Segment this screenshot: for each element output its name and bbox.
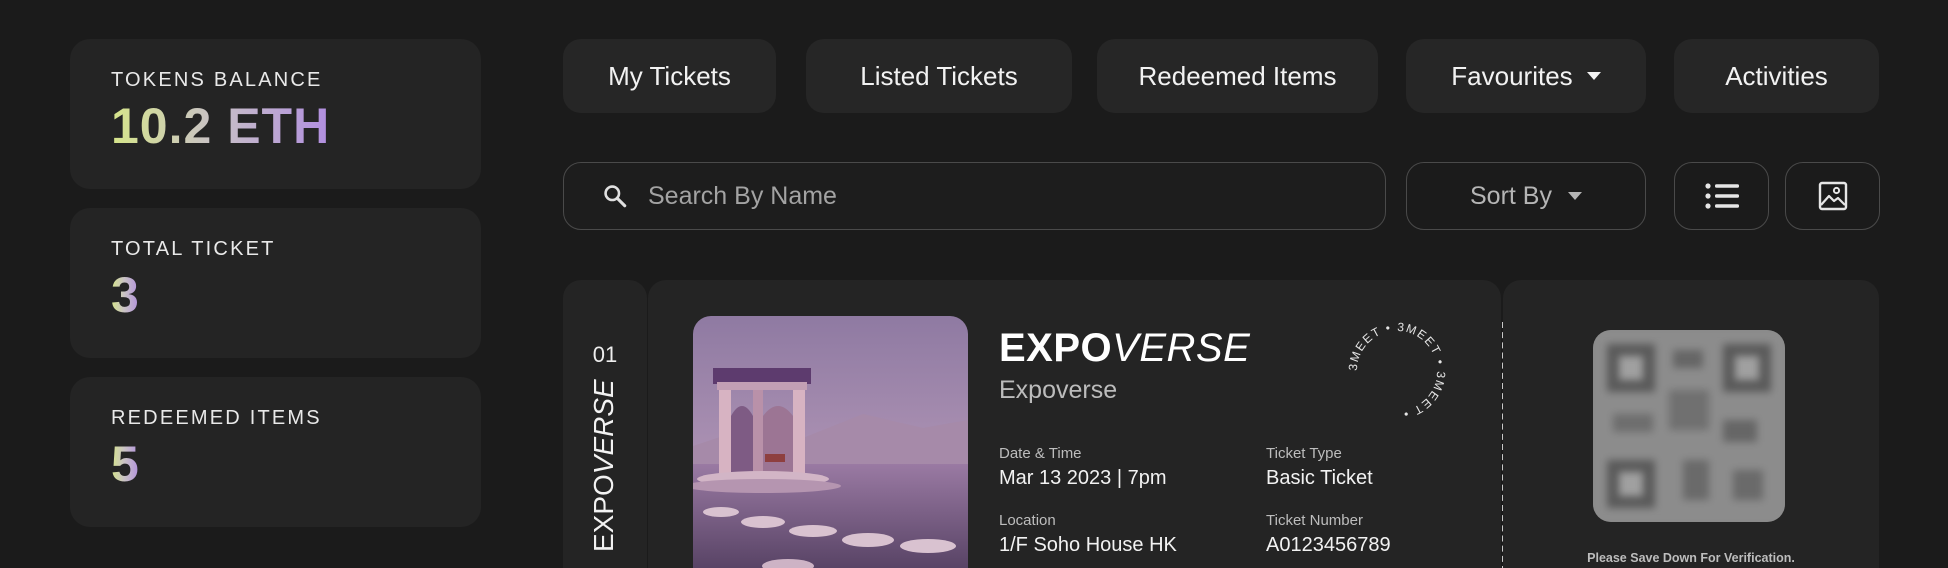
stub-brand-italic: VERSE [588,379,619,475]
list-view-button[interactable] [1674,162,1769,230]
tab-listed-tickets[interactable]: Listed Tickets [806,39,1072,113]
stat-value: 5 [111,436,140,492]
search-icon [604,185,627,208]
date-label: Date & Time [999,445,1082,462]
search-bar[interactable] [563,162,1386,230]
sort-by-dropdown[interactable]: Sort By [1406,162,1646,230]
brand-bold: EXPO [999,326,1113,370]
tab-favourites[interactable]: Favourites [1406,39,1646,113]
stat-label: TOKENS BALANCE [111,69,323,91]
chevron-down-icon [1567,192,1582,200]
stub-brand: EXPOVERSE [588,379,620,552]
ticket-card[interactable]: EXPOVERSE Expoverse Date & Time Mar 13 2… [648,280,1501,568]
search-input[interactable] [648,181,1348,211]
stat-label: TOTAL TICKET [111,238,276,260]
seal-text: 3MEET • 3MEET • 3MEET • [1346,320,1447,422]
ticket-number-label: Ticket Number [1266,512,1363,529]
ticket-subtitle: Expoverse [999,376,1118,404]
date-value: Mar 13 2023 | 7pm [999,467,1167,489]
location-value: 1/F Soho House HK [999,534,1177,556]
tab-label: Favourites [1451,60,1573,91]
tab-label: Redeemed Items [1138,60,1337,91]
brand-seal: 3MEET • 3MEET • 3MEET • [1346,320,1448,422]
stat-card-total-ticket: TOTAL TICKET 3 [70,208,481,358]
sort-label: Sort By [1470,181,1552,210]
svg-text:3MEET • 3MEET • 3MEET •: 3MEET • 3MEET • 3MEET • [1346,320,1448,422]
tab-label: Listed Tickets [860,60,1018,91]
ticket-type-label: Ticket Type [1266,445,1342,462]
stat-value: 10.2 ETH [111,98,331,154]
image-view-button[interactable] [1785,162,1880,230]
stat-card-tokens-balance: TOKENS BALANCE 10.2 ETH [70,39,481,189]
tab-redeemed-items[interactable]: Redeemed Items [1097,39,1378,113]
list-icon [1704,183,1739,209]
stub-brand-bold: EXPO [588,474,619,552]
image-icon [1818,181,1847,211]
ticket-type-value: Basic Ticket [1266,467,1373,489]
stat-label: REDEEMED ITEMS [111,407,322,429]
chevron-down-icon [1586,72,1601,80]
stat-card-redeemed-items: REDEEMED ITEMS 5 [70,377,481,527]
qr-code [1593,330,1785,522]
tab-label: My Tickets [608,60,731,91]
ticket-brand: EXPOVERSE [999,326,1250,371]
location-label: Location [999,512,1056,529]
tab-my-tickets[interactable]: My Tickets [563,39,776,113]
stat-value: 3 [111,267,140,323]
qr-panel: Please Save Down For Verification. [1503,280,1879,568]
qr-note: Please Save Down For Verification. [1587,551,1795,565]
ticket-index: 01 [592,342,618,367]
ticket-number-value: A0123456789 [1266,534,1391,556]
tab-label: Activities [1725,60,1828,91]
tab-activities[interactable]: Activities [1674,39,1879,113]
brand-italic: VERSE [1112,326,1251,370]
event-image [693,316,968,568]
